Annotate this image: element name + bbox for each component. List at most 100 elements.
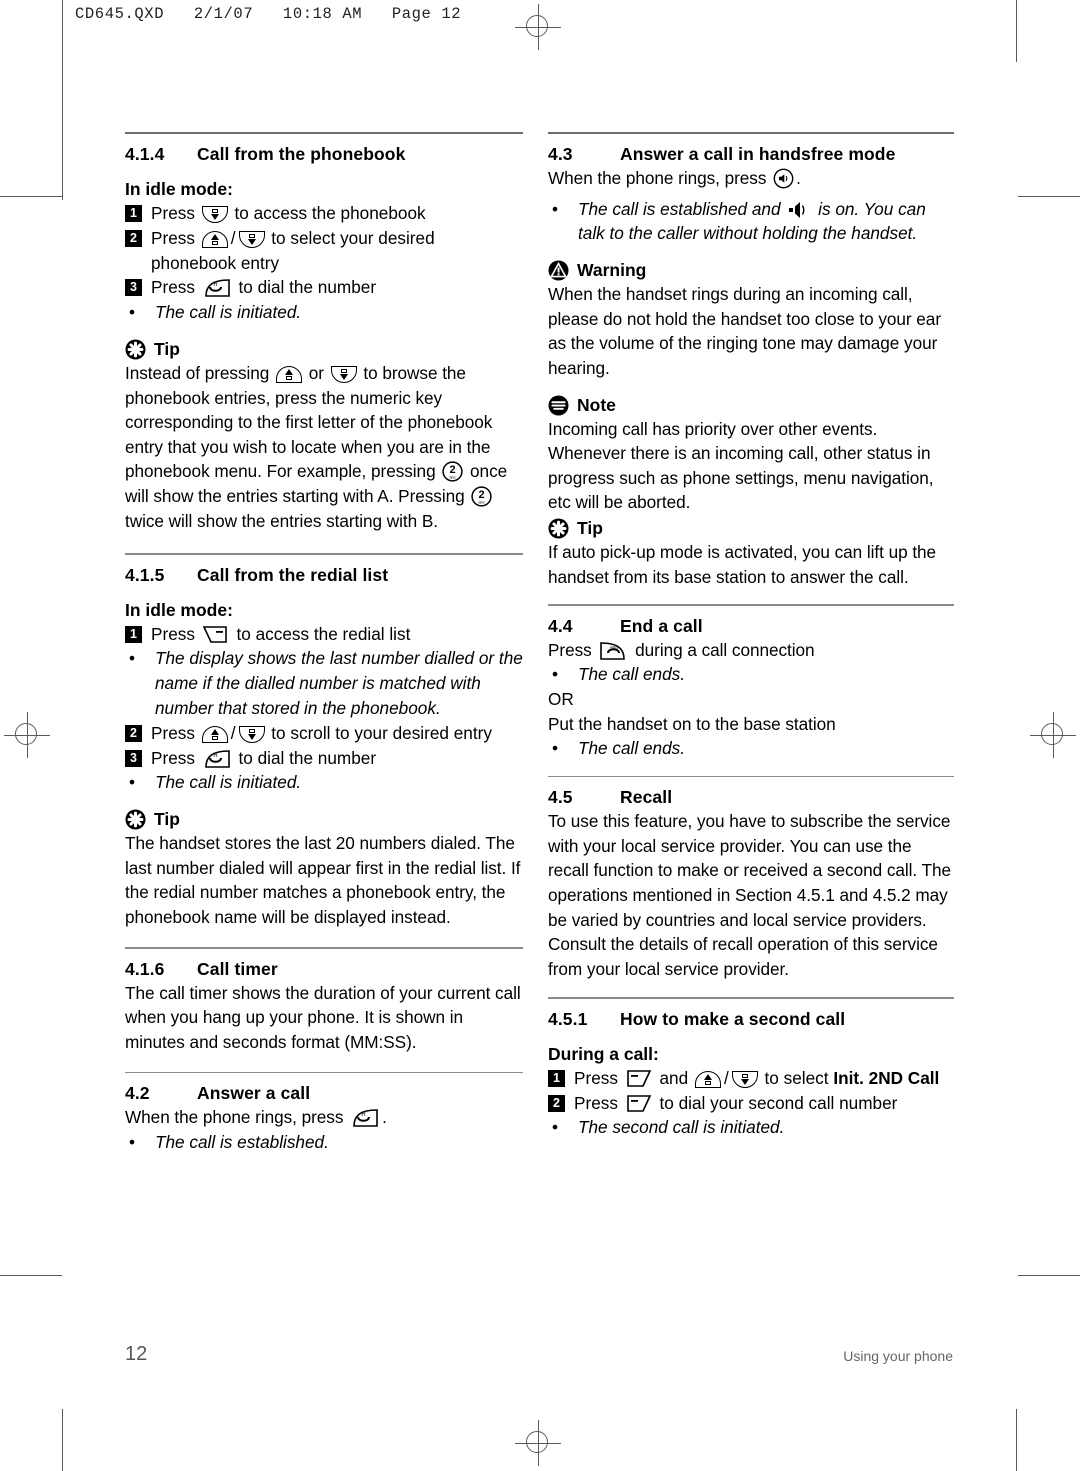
section-divider xyxy=(125,1071,523,1074)
svg-text:R: R xyxy=(213,282,218,288)
bullet-dot: • xyxy=(552,198,559,219)
section-4-5-heading: 4.5 Recall xyxy=(548,787,954,808)
section-4-1-5: 4.1.5 Call from the redial list In idle … xyxy=(125,565,523,796)
nav-up-key-icon xyxy=(276,365,303,383)
section-title: Call timer xyxy=(197,958,278,979)
right-column: 4.3 Answer a call in handsfree mode When… xyxy=(548,132,954,1140)
bullet-text: The call ends. xyxy=(578,664,686,685)
bullet-dot: • xyxy=(552,738,559,759)
nav-down-key-icon xyxy=(238,725,265,743)
bullet-item: • The call ends. xyxy=(548,662,954,687)
right-soft-key-icon xyxy=(202,625,230,644)
bullet-dot: • xyxy=(129,1131,136,1152)
section-4-3: 4.3 Answer a call in handsfree mode When… xyxy=(548,144,954,246)
crop-mark-tl-h xyxy=(0,196,62,198)
tip-block-1: Tip Instead of pressing or to browse the… xyxy=(125,339,523,533)
tip-label: Tip xyxy=(577,517,603,538)
nav-down-key-icon xyxy=(201,206,228,223)
svg-text:exit: exit xyxy=(611,645,619,651)
section-4-1-6-heading: 4.1.6 Call timer xyxy=(125,959,523,980)
section-title: Recall xyxy=(620,787,673,808)
print-file-mark: CD645.QXD 2/1/07 10:18 AM Page 12 xyxy=(75,5,462,23)
bullet-dot: • xyxy=(552,1117,559,1138)
section-4-1-4: 4.1.4 Call from the phonebook In idle mo… xyxy=(125,144,523,325)
note-icon xyxy=(548,395,569,416)
step-text: Press R to dial the number xyxy=(151,747,377,769)
section-4-1-6-text: The call timer shows the duration of you… xyxy=(125,982,521,1053)
section-number: 4.2 xyxy=(125,1083,150,1104)
speaker-on-icon xyxy=(788,201,810,219)
step-number: 1 xyxy=(125,625,142,643)
section-title: Answer a call xyxy=(197,1083,311,1104)
warning-label: Warning xyxy=(577,260,647,281)
step-number: 2 xyxy=(125,724,142,742)
bullet-item: • The call is initiated. xyxy=(125,300,523,325)
running-title: Using your phone xyxy=(843,1348,953,1364)
section-number: 4.5.1 xyxy=(548,1008,588,1029)
step-item: 1 Press and / to select Init. 2ND Call xyxy=(548,1066,954,1091)
step-item: 2 Press / to scroll to your desired entr… xyxy=(125,721,523,746)
nav-down-key-icon xyxy=(330,365,357,383)
step-number: 3 xyxy=(125,279,142,297)
tip-icon xyxy=(125,809,146,830)
warning-text: When the handset rings during an incomin… xyxy=(548,284,941,378)
registration-mark-right xyxy=(1030,712,1076,758)
registration-mark-left xyxy=(4,712,50,758)
tip-label: Tip xyxy=(154,338,180,359)
tip-text: If auto pick-up mode is activated, you c… xyxy=(548,541,937,587)
step-text: Press / to select your desired phonebook… xyxy=(151,227,435,273)
section-4-5-1-heading: 4.5.1 How to make a second call xyxy=(548,1009,954,1030)
page-edge-top-left xyxy=(62,40,64,200)
left-soft-key-icon xyxy=(625,1069,653,1088)
section-4-1-6: 4.1.6 Call timer The call timer shows th… xyxy=(125,959,523,1055)
step-text: Press to dial your second call number xyxy=(574,1092,898,1113)
talk-key-icon: R xyxy=(350,1108,380,1128)
registration-mark-top xyxy=(515,4,561,50)
crop-mark-br-v xyxy=(1016,1409,1018,1471)
menu-option-label: Init. 2ND Call xyxy=(833,1067,940,1088)
step-number: 1 xyxy=(548,1069,565,1087)
numeric-key-2-icon: 2 abc xyxy=(442,461,463,483)
left-column: 4.1.4 Call from the phonebook In idle mo… xyxy=(125,132,523,1154)
section-4-4-text: Press exit during a call connection xyxy=(548,639,815,661)
bullet-text: The display shows the last number dialle… xyxy=(155,648,523,718)
crop-mark-bl-h xyxy=(0,1275,62,1277)
section-4-3-text: When the phone rings, press . xyxy=(548,168,801,189)
left-soft-key-icon xyxy=(625,1094,653,1113)
bullet-dot: • xyxy=(129,302,136,323)
section-4-4: 4.4 End a call Press exit during a call … xyxy=(548,616,954,761)
section-4-5-text: To use this feature, you have to subscri… xyxy=(548,811,952,979)
bullet-item: • The call is established and is on. You… xyxy=(548,197,954,247)
svg-text:R: R xyxy=(361,1112,366,1118)
section-4-1-5-heading: 4.1.5 Call from the redial list xyxy=(125,565,523,586)
section-divider xyxy=(548,775,954,778)
section-title: Answer a call in handsfree mode xyxy=(620,144,896,164)
section-4-1-4-heading: 4.1.4 Call from the phonebook xyxy=(125,144,523,165)
end-call-key-icon: exit xyxy=(598,641,628,661)
bullet-dot: • xyxy=(552,664,559,685)
note-label: Note xyxy=(577,394,616,415)
tip-text: Instead of pressing or to browse the pho… xyxy=(125,362,508,531)
talk-key-icon: R xyxy=(202,749,232,769)
step-number: 3 xyxy=(125,749,142,767)
warning-icon xyxy=(548,260,569,281)
bullet-text: The call ends. xyxy=(578,738,686,759)
bullet-item: • The call is established. xyxy=(125,1130,523,1155)
subhead-during-a-call: During a call: xyxy=(548,1043,659,1064)
step-number: 2 xyxy=(125,229,142,247)
step-text: Press to access the redial list xyxy=(151,623,411,644)
note-text: Incoming call has priority over other ev… xyxy=(548,418,934,513)
section-number: 4.1.5 xyxy=(125,564,165,585)
or-separator: OR xyxy=(548,688,574,709)
step-item: 2 Press to dial your second call number xyxy=(548,1091,954,1116)
numeric-key-2-icon: 2 abc xyxy=(471,486,493,507)
tip-block-2: Tip The handset stores the last 20 numbe… xyxy=(125,809,523,929)
bullet-item: • The call ends. xyxy=(548,736,954,761)
step-text: Press R to dial the number xyxy=(151,277,377,298)
tip-block-3: Tip If auto pick-up mode is activated, y… xyxy=(548,518,954,589)
page-number: 12 xyxy=(125,1343,148,1365)
handsfree-key-icon xyxy=(773,168,794,189)
section-4-5: 4.5 Recall To use this feature, you have… xyxy=(548,787,954,981)
section-divider xyxy=(548,132,954,134)
bullet-text: The call is established and is on. You c… xyxy=(578,198,926,244)
